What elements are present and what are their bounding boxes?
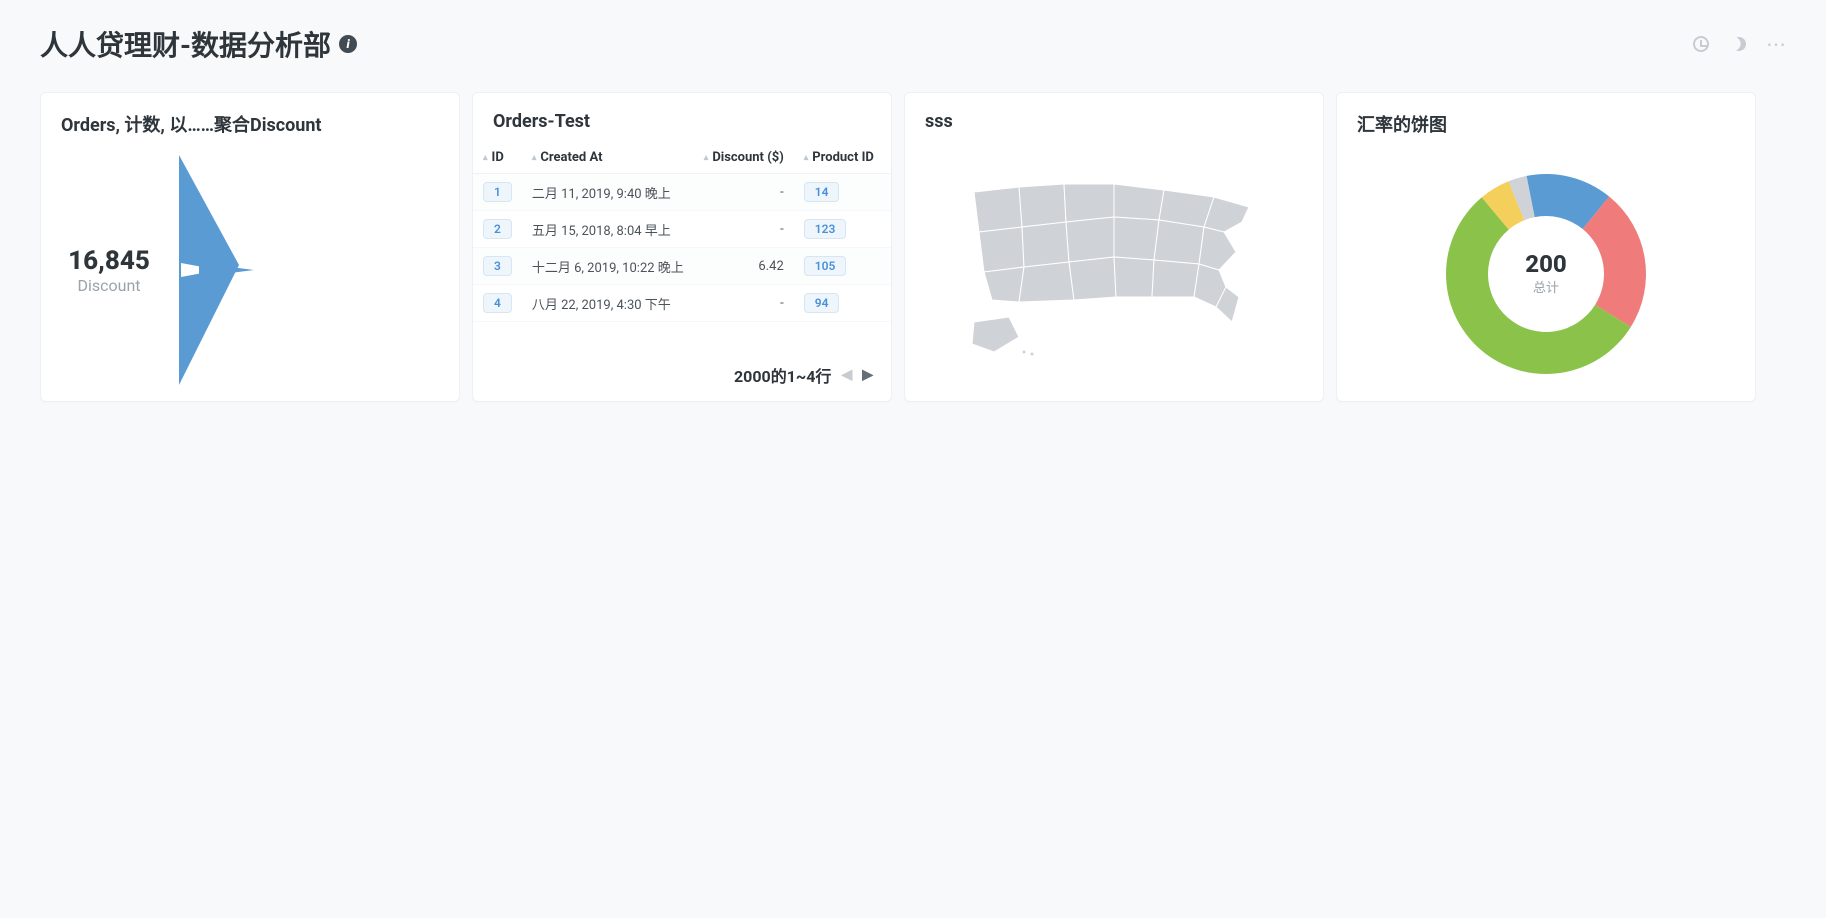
cell-created-at: 五月 15, 2018, 8:04 早上	[522, 211, 694, 248]
card-orders-table[interactable]: Orders-Test ▴ID ▴Created At ▴Discount ($…	[472, 92, 892, 402]
donut-chart: 200 总计	[1337, 147, 1755, 401]
col-created-at[interactable]: ▴Created At	[522, 142, 694, 174]
discount-label: Discount	[59, 276, 159, 295]
next-page-button[interactable]: ▶	[862, 367, 873, 383]
svg-text:总计: 总计	[1533, 281, 1559, 296]
dashboard-header: 人人贷理财-数据分析部 i ⋯	[40, 24, 1786, 64]
col-label: Product ID	[812, 150, 874, 165]
col-id[interactable]: ▴ID	[473, 142, 522, 174]
cell-discount: -	[694, 285, 794, 322]
header-actions: ⋯	[1692, 35, 1786, 53]
col-extra[interactable]: ▴C	[884, 142, 891, 174]
id-pill[interactable]: 4	[483, 293, 512, 313]
product-id-pill[interactable]: 14	[804, 182, 840, 202]
id-pill[interactable]: 1	[483, 182, 512, 202]
col-label: Discount ($)	[712, 150, 783, 165]
card-map[interactable]: sss	[904, 92, 1324, 402]
discount-value: 16,845	[59, 246, 159, 276]
col-label: Created At	[540, 150, 602, 165]
donut-center: 200 总计	[1525, 250, 1567, 296]
more-icon[interactable]: ⋯	[1768, 35, 1786, 53]
info-icon[interactable]: i	[339, 35, 357, 53]
table-row[interactable]: 1 二月 11, 2019, 9:40 晚上 - 14	[473, 174, 891, 211]
card-title: Orders-Test	[473, 93, 891, 142]
svg-text:200: 200	[1525, 250, 1567, 278]
table-row[interactable]: 3 十二月 6, 2019, 10:22 晚上 6.42 105	[473, 248, 891, 285]
col-discount[interactable]: ▴Discount ($)	[694, 142, 794, 174]
prev-page-button[interactable]: ◀	[841, 367, 852, 383]
orders-table: ▴ID ▴Created At ▴Discount ($) ▴Product I…	[473, 142, 891, 322]
orders-table-wrap: ▴ID ▴Created At ▴Discount ($) ▴Product I…	[473, 142, 891, 353]
table-row[interactable]: 4 八月 22, 2019, 4:30 下午 - 94	[473, 285, 891, 322]
card-title: 汇率的饼图	[1337, 93, 1755, 147]
product-id-pill[interactable]: 123	[804, 219, 847, 239]
clock-icon[interactable]	[1692, 35, 1710, 53]
col-label: ID	[492, 150, 504, 165]
dashboard-grid: Orders, 计数, 以……聚合Discount 16,845 Discoun…	[40, 92, 1786, 402]
pagination-status: 2000的1~4行	[734, 363, 831, 387]
cell-discount: 6.42	[694, 248, 794, 285]
cell-created-at: 二月 11, 2019, 9:40 晚上	[522, 174, 694, 211]
night-mode-icon[interactable]	[1730, 35, 1748, 53]
card-discount[interactable]: Orders, 计数, 以……聚合Discount 16,845 Discoun…	[40, 92, 460, 402]
cell-discount: -	[694, 174, 794, 211]
table-row[interactable]: 2 五月 15, 2018, 8:04 早上 - 123	[473, 211, 891, 248]
col-product-id[interactable]: ▴Product ID	[794, 142, 884, 174]
dashboard-title: 人人贷理财-数据分析部 i	[40, 24, 357, 64]
cell-created-at: 八月 22, 2019, 4:30 下午	[522, 285, 694, 322]
card-donut[interactable]: 汇率的饼图 200 总计	[1336, 92, 1756, 402]
discount-chart	[159, 147, 441, 393]
id-pill[interactable]: 3	[483, 256, 512, 276]
product-id-pill[interactable]: 94	[804, 293, 840, 313]
cell-discount: -	[694, 211, 794, 248]
discount-readout: 16,845 Discount	[59, 246, 159, 295]
us-map	[905, 142, 1323, 401]
card-title: sss	[905, 93, 1323, 142]
card-title: Orders, 计数, 以……聚合Discount	[41, 93, 459, 147]
id-pill[interactable]: 2	[483, 219, 512, 239]
dashboard-title-text: 人人贷理财-数据分析部	[40, 24, 331, 64]
table-footer: 2000的1~4行 ◀ ▶	[473, 353, 891, 401]
product-id-pill[interactable]: 105	[804, 256, 847, 276]
discount-body: 16,845 Discount	[41, 147, 459, 401]
cell-created-at: 十二月 6, 2019, 10:22 晚上	[522, 248, 694, 285]
